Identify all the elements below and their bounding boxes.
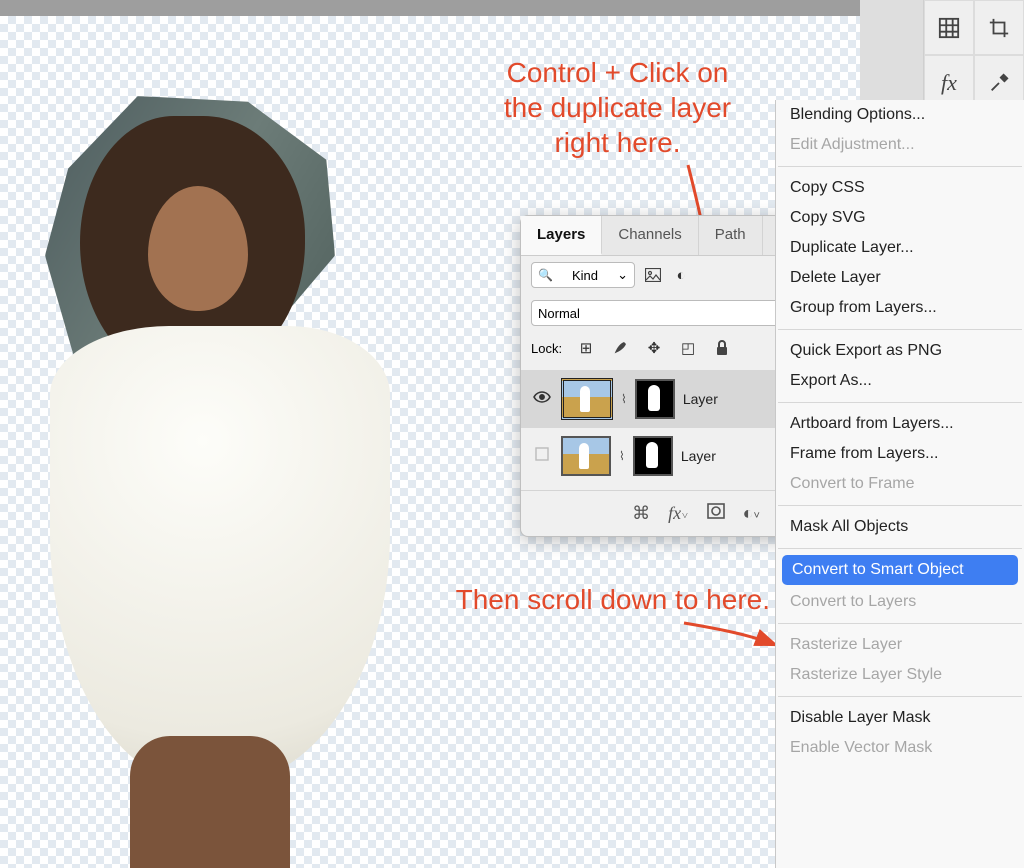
fx-menu-icon[interactable]: fx˅	[668, 503, 688, 524]
visibility-empty-icon[interactable]	[531, 447, 553, 466]
layer-filter-kind[interactable]: 🔍 Kind ⌄	[531, 262, 635, 288]
tab-layers[interactable]: Layers	[521, 216, 602, 255]
menu-separator	[778, 696, 1022, 697]
grid-icon[interactable]	[924, 0, 974, 55]
lock-transparency-icon[interactable]: ⊞	[576, 338, 596, 358]
visibility-eye-icon[interactable]	[531, 390, 553, 408]
menu-item-copy-svg[interactable]: Copy SVG	[776, 203, 1024, 233]
menu-item-blending-options[interactable]: Blending Options...	[776, 100, 1024, 130]
layer-name-label[interactable]: Layer	[683, 391, 718, 407]
layer-name-label[interactable]: Layer	[681, 448, 716, 464]
layer-thumbnail[interactable]	[561, 378, 613, 420]
menu-item-convert-to-frame: Convert to Frame	[776, 469, 1024, 499]
layer-filter-kind-label: Kind	[572, 268, 598, 283]
lock-all-icon[interactable]	[712, 338, 732, 358]
menu-item-convert-to-smart-object[interactable]: Convert to Smart Object	[782, 555, 1018, 585]
menu-item-export-as[interactable]: Export As...	[776, 366, 1024, 396]
menu-item-disable-layer-mask[interactable]: Disable Layer Mask	[776, 703, 1024, 733]
menu-item-convert-to-layers: Convert to Layers	[776, 587, 1024, 617]
chevron-down-icon: ⌄	[617, 267, 628, 283]
add-mask-icon[interactable]	[707, 503, 725, 524]
menu-item-duplicate-layer[interactable]: Duplicate Layer...	[776, 233, 1024, 263]
layer-mask-thumbnail[interactable]	[633, 436, 673, 476]
document-bar	[0, 0, 860, 16]
menu-item-group-from-layers[interactable]: Group from Layers...	[776, 293, 1024, 323]
menu-separator	[778, 505, 1022, 506]
menu-separator	[778, 623, 1022, 624]
adjustment-layer-icon[interactable]: ◐˅	[743, 503, 760, 524]
lock-artboard-icon[interactable]: ◰	[678, 338, 698, 358]
filter-adjust-icon[interactable]: ◐	[671, 265, 691, 285]
lock-label: Lock:	[531, 341, 562, 356]
menu-separator	[778, 166, 1022, 167]
menu-item-mask-all-objects[interactable]: Mask All Objects	[776, 512, 1024, 542]
mask-link-icon[interactable]: ⌇	[619, 449, 625, 463]
layer-thumbnail[interactable]	[561, 436, 611, 476]
menu-item-delete-layer[interactable]: Delete Layer	[776, 263, 1024, 293]
tab-paths[interactable]: Path	[699, 216, 763, 255]
blend-mode-value: Normal	[538, 306, 580, 321]
layer-mask-thumbnail[interactable]	[635, 379, 675, 419]
link-layers-icon[interactable]: ⌘	[632, 503, 650, 524]
filter-image-icon[interactable]	[643, 265, 663, 285]
layer-context-menu: Blending Options...Edit Adjustment... Cop…	[775, 100, 1024, 868]
crop-icon[interactable]	[974, 0, 1024, 55]
menu-item-quick-export-as-png[interactable]: Quick Export as PNG	[776, 336, 1024, 366]
right-toolbar: fx	[923, 0, 1024, 111]
menu-item-frame-from-layers[interactable]: Frame from Layers...	[776, 439, 1024, 469]
tab-channels[interactable]: Channels	[602, 216, 698, 255]
menu-item-rasterize-layer: Rasterize Layer	[776, 630, 1024, 660]
menu-separator	[778, 548, 1022, 549]
menu-item-edit-adjustment: Edit Adjustment...	[776, 130, 1024, 160]
menu-separator	[778, 402, 1022, 403]
menu-item-artboard-from-layers[interactable]: Artboard from Layers...	[776, 409, 1024, 439]
menu-item-rasterize-layer-style: Rasterize Layer Style	[776, 660, 1024, 690]
mask-link-icon[interactable]: ⌇	[621, 392, 627, 406]
menu-item-copy-css[interactable]: Copy CSS	[776, 173, 1024, 203]
lock-paint-icon[interactable]	[610, 338, 630, 358]
subject-silhouette	[35, 116, 405, 868]
menu-separator	[778, 329, 1022, 330]
menu-item-enable-vector-mask: Enable Vector Mask	[776, 733, 1024, 763]
lock-move-icon[interactable]: ✥	[644, 338, 664, 358]
